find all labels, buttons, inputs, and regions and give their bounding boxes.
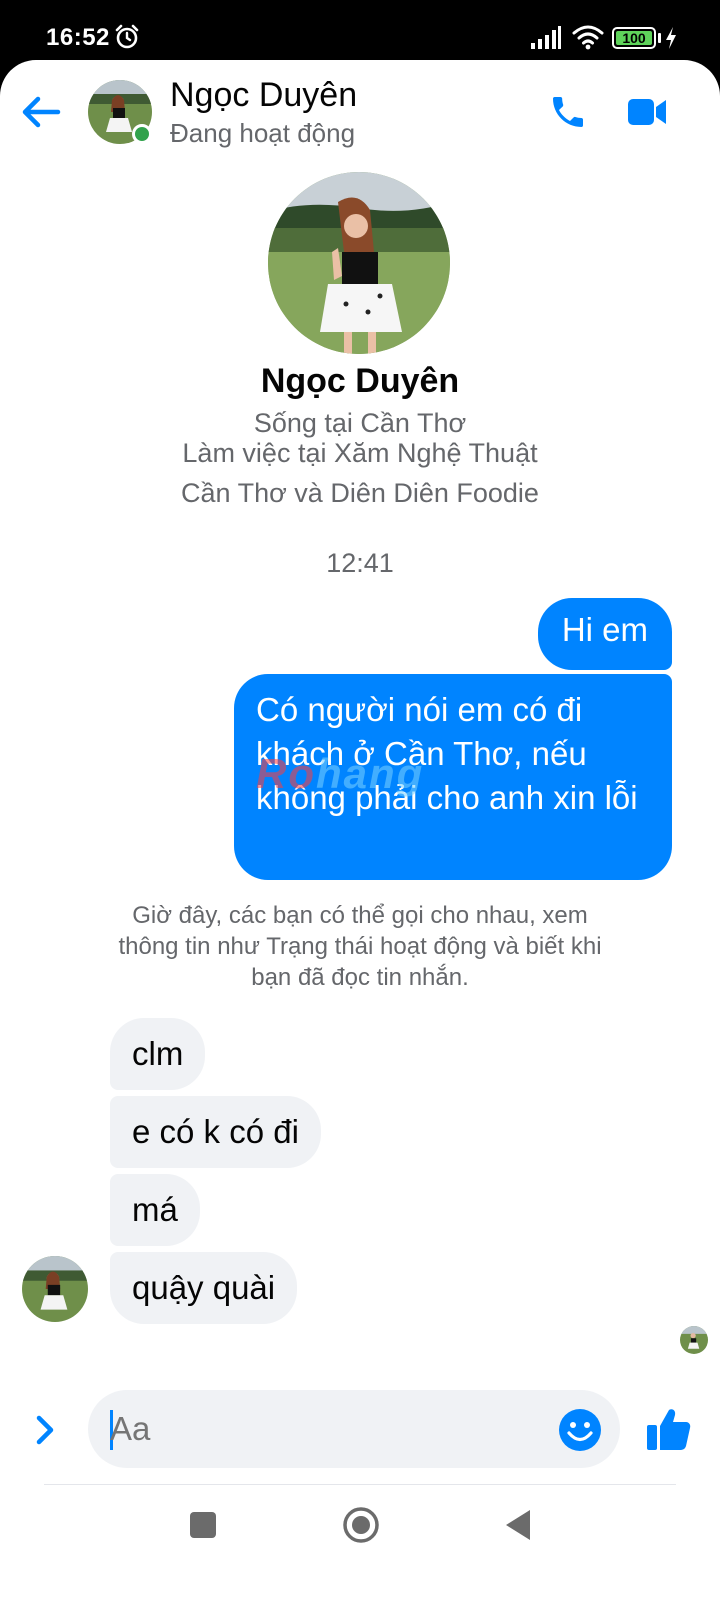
message-composer[interactable]: [88, 1390, 620, 1468]
profile-work: Làm việc tại Xăm Nghệ Thuật: [182, 438, 538, 468]
battery-tip: [658, 33, 661, 43]
signal-icon: [531, 26, 561, 49]
status-bar: 16:52 100: [0, 0, 720, 66]
profile-photo[interactable]: [268, 172, 450, 354]
watermark-logo: Rohang: [256, 750, 425, 797]
recent-apps-button[interactable]: [190, 1512, 216, 1538]
message-timestamp: 12:41: [326, 548, 394, 578]
received-message[interactable]: e có k có đi: [110, 1096, 321, 1168]
sender-avatar[interactable]: [22, 1256, 88, 1322]
profile-work-continued: Cần Thơ và Diên Diên Foodie: [181, 478, 539, 508]
message-input[interactable]: [110, 1390, 530, 1468]
emoji-icon[interactable]: [558, 1408, 602, 1452]
received-message[interactable]: quậy quài: [110, 1252, 298, 1324]
sent-message[interactable]: Hi em: [537, 598, 672, 670]
charging-icon: [666, 27, 676, 49]
thumbs-up-icon[interactable]: [646, 1406, 692, 1452]
online-indicator: [132, 124, 152, 144]
back-arrow-icon[interactable]: [18, 90, 64, 134]
battery-icon: 100: [612, 27, 656, 49]
chevron-right-icon[interactable]: [30, 1412, 60, 1448]
divider: [44, 1484, 676, 1485]
phone-icon[interactable]: [548, 92, 588, 132]
nav-back-button[interactable]: [504, 1508, 532, 1542]
contact-name[interactable]: Ngọc Duyên: [170, 76, 357, 115]
messenger-screen: Ngọc Duyên Đang hoạt động Ngọc Duyên Sốn…: [0, 60, 720, 1600]
received-message[interactable]: clm: [110, 1018, 206, 1090]
wifi-icon: [572, 25, 604, 50]
profile-location: Sống tại Cần Thơ: [253, 408, 467, 438]
seen-receipt-avatar: [680, 1326, 708, 1354]
video-icon[interactable]: [626, 94, 668, 130]
received-message[interactable]: má: [110, 1174, 200, 1246]
battery-level: 100: [616, 31, 652, 45]
status-time: 16:52: [46, 24, 110, 51]
home-button[interactable]: [342, 1506, 380, 1544]
system-note: Giờ đây, các bạn có thể gọi cho nhau, xe…: [118, 902, 602, 991]
profile-name: Ngọc Duyên: [260, 362, 460, 400]
active-status: Đang hoạt động: [170, 118, 356, 148]
alarm-icon: [115, 24, 139, 49]
